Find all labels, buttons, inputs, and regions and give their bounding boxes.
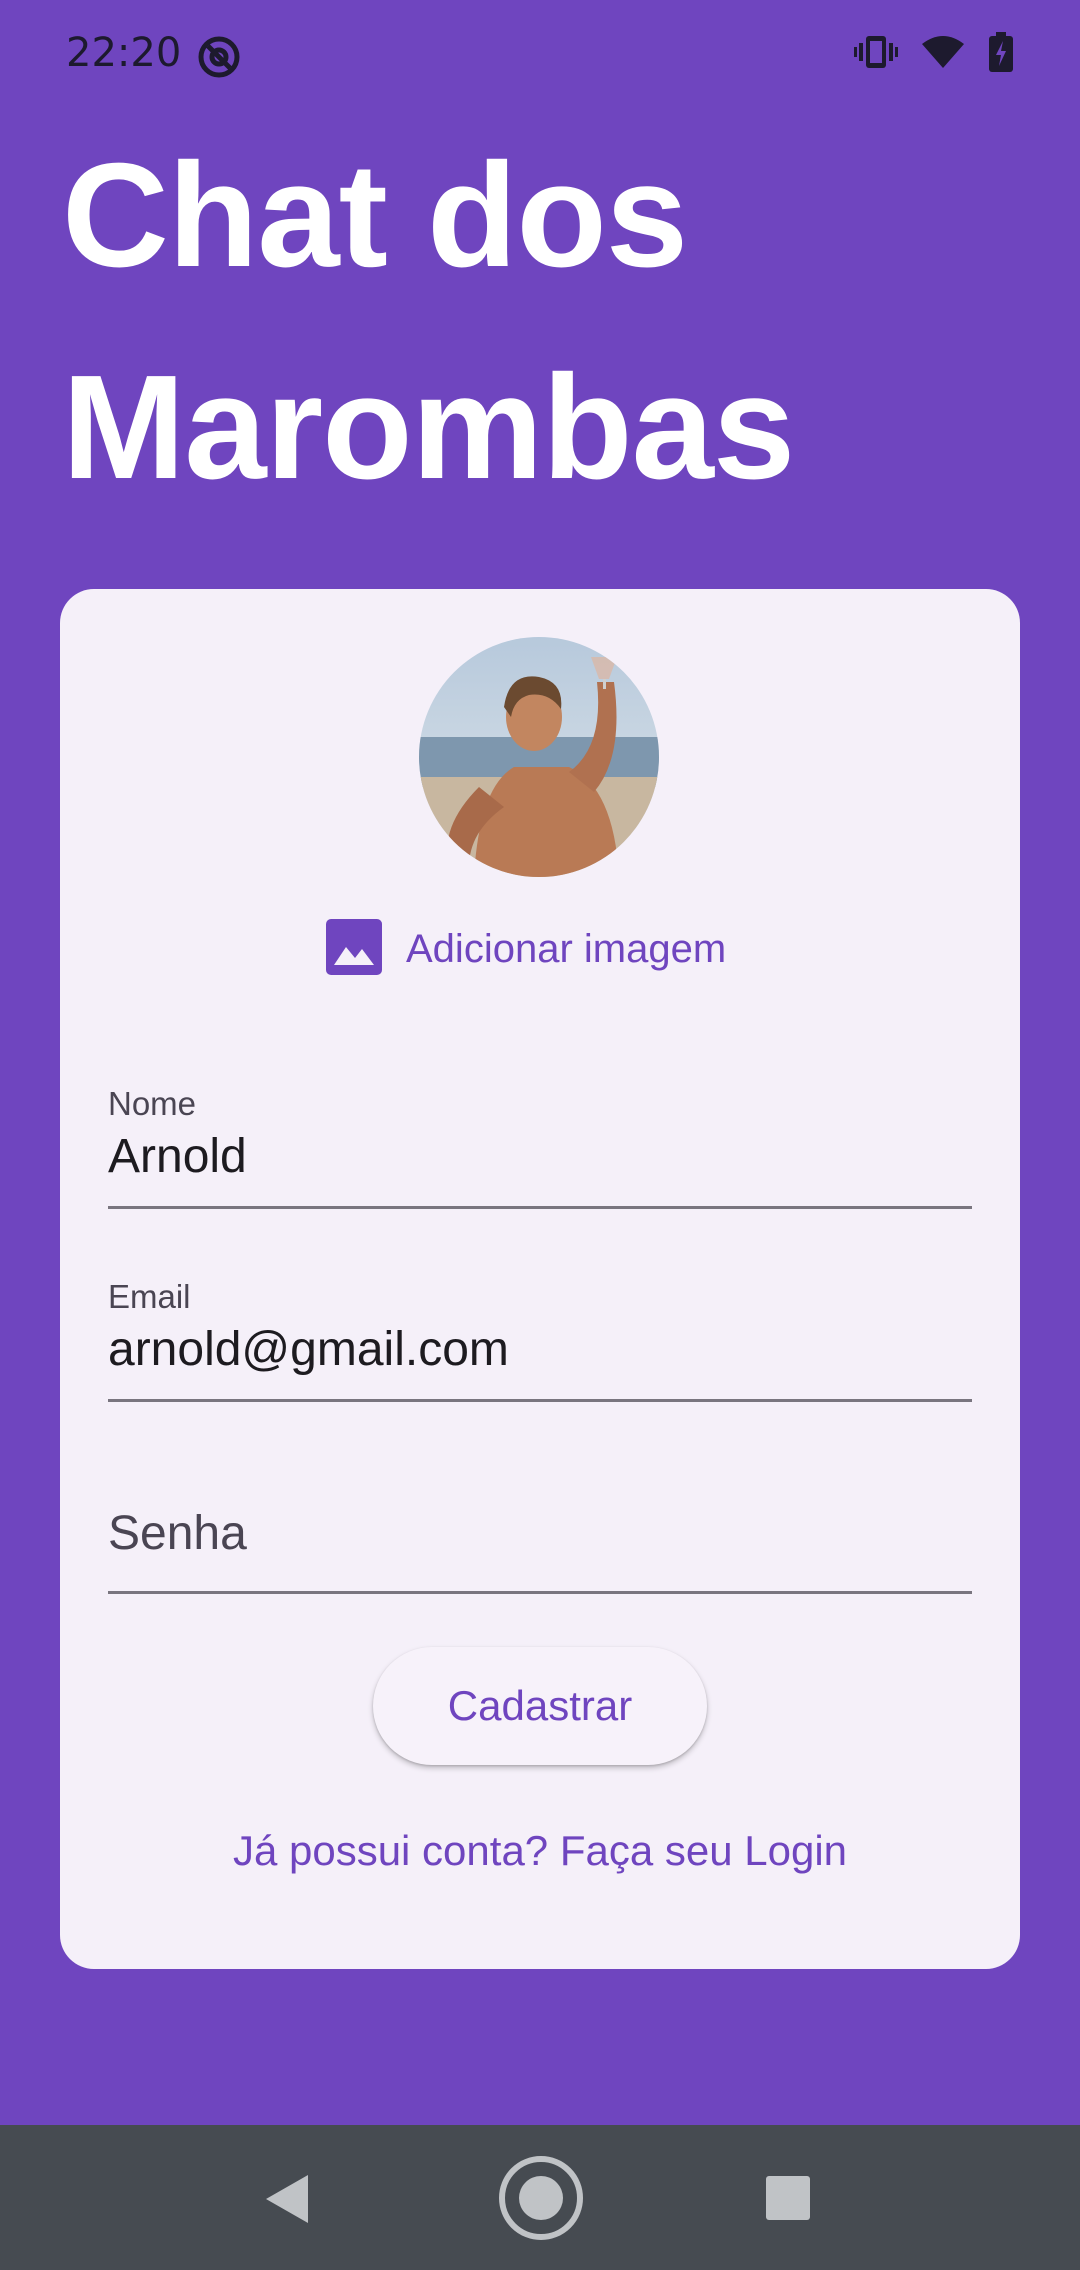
email-field-label: Email	[108, 1278, 191, 1315]
home-icon[interactable]	[498, 2155, 584, 2246]
wifi-icon	[920, 34, 966, 75]
avatar-photo	[419, 637, 659, 877]
app-title: Chat dos Marombas	[62, 133, 795, 510]
battery-charging-icon	[988, 32, 1014, 77]
name-field-value[interactable]: Arnold	[108, 1129, 247, 1184]
recent-apps-icon[interactable]	[766, 2176, 810, 2220]
navigation-bar	[0, 2125, 1080, 2270]
password-field-label: Senha	[108, 1507, 247, 1560]
status-time: 22:20	[66, 30, 182, 76]
add-image-button[interactable]: Adicionar imagem	[326, 918, 727, 980]
status-icons	[854, 32, 1014, 77]
status-bar: 22:20	[0, 0, 1080, 112]
register-button[interactable]: Cadastrar	[373, 1647, 707, 1765]
at-sign-icon	[196, 34, 242, 80]
name-field-label: Nome	[108, 1085, 197, 1122]
add-image-label: Adicionar imagem	[406, 926, 727, 971]
email-field-value[interactable]: arnold@gmail.com	[108, 1322, 509, 1377]
back-icon[interactable]	[262, 2173, 310, 2230]
avatar[interactable]	[419, 637, 659, 877]
login-link[interactable]: Já possui conta? Faça seu Login	[60, 1827, 1020, 1875]
password-field[interactable]: Senha	[108, 1444, 972, 1594]
image-icon	[326, 918, 382, 980]
name-field[interactable]: Nome Arnold	[108, 1059, 972, 1209]
email-field[interactable]: Email arnold@gmail.com	[108, 1252, 972, 1402]
register-card: Adicionar imagem Nome Arnold Email arnol…	[60, 589, 1020, 1969]
vibrate-icon	[854, 34, 898, 75]
